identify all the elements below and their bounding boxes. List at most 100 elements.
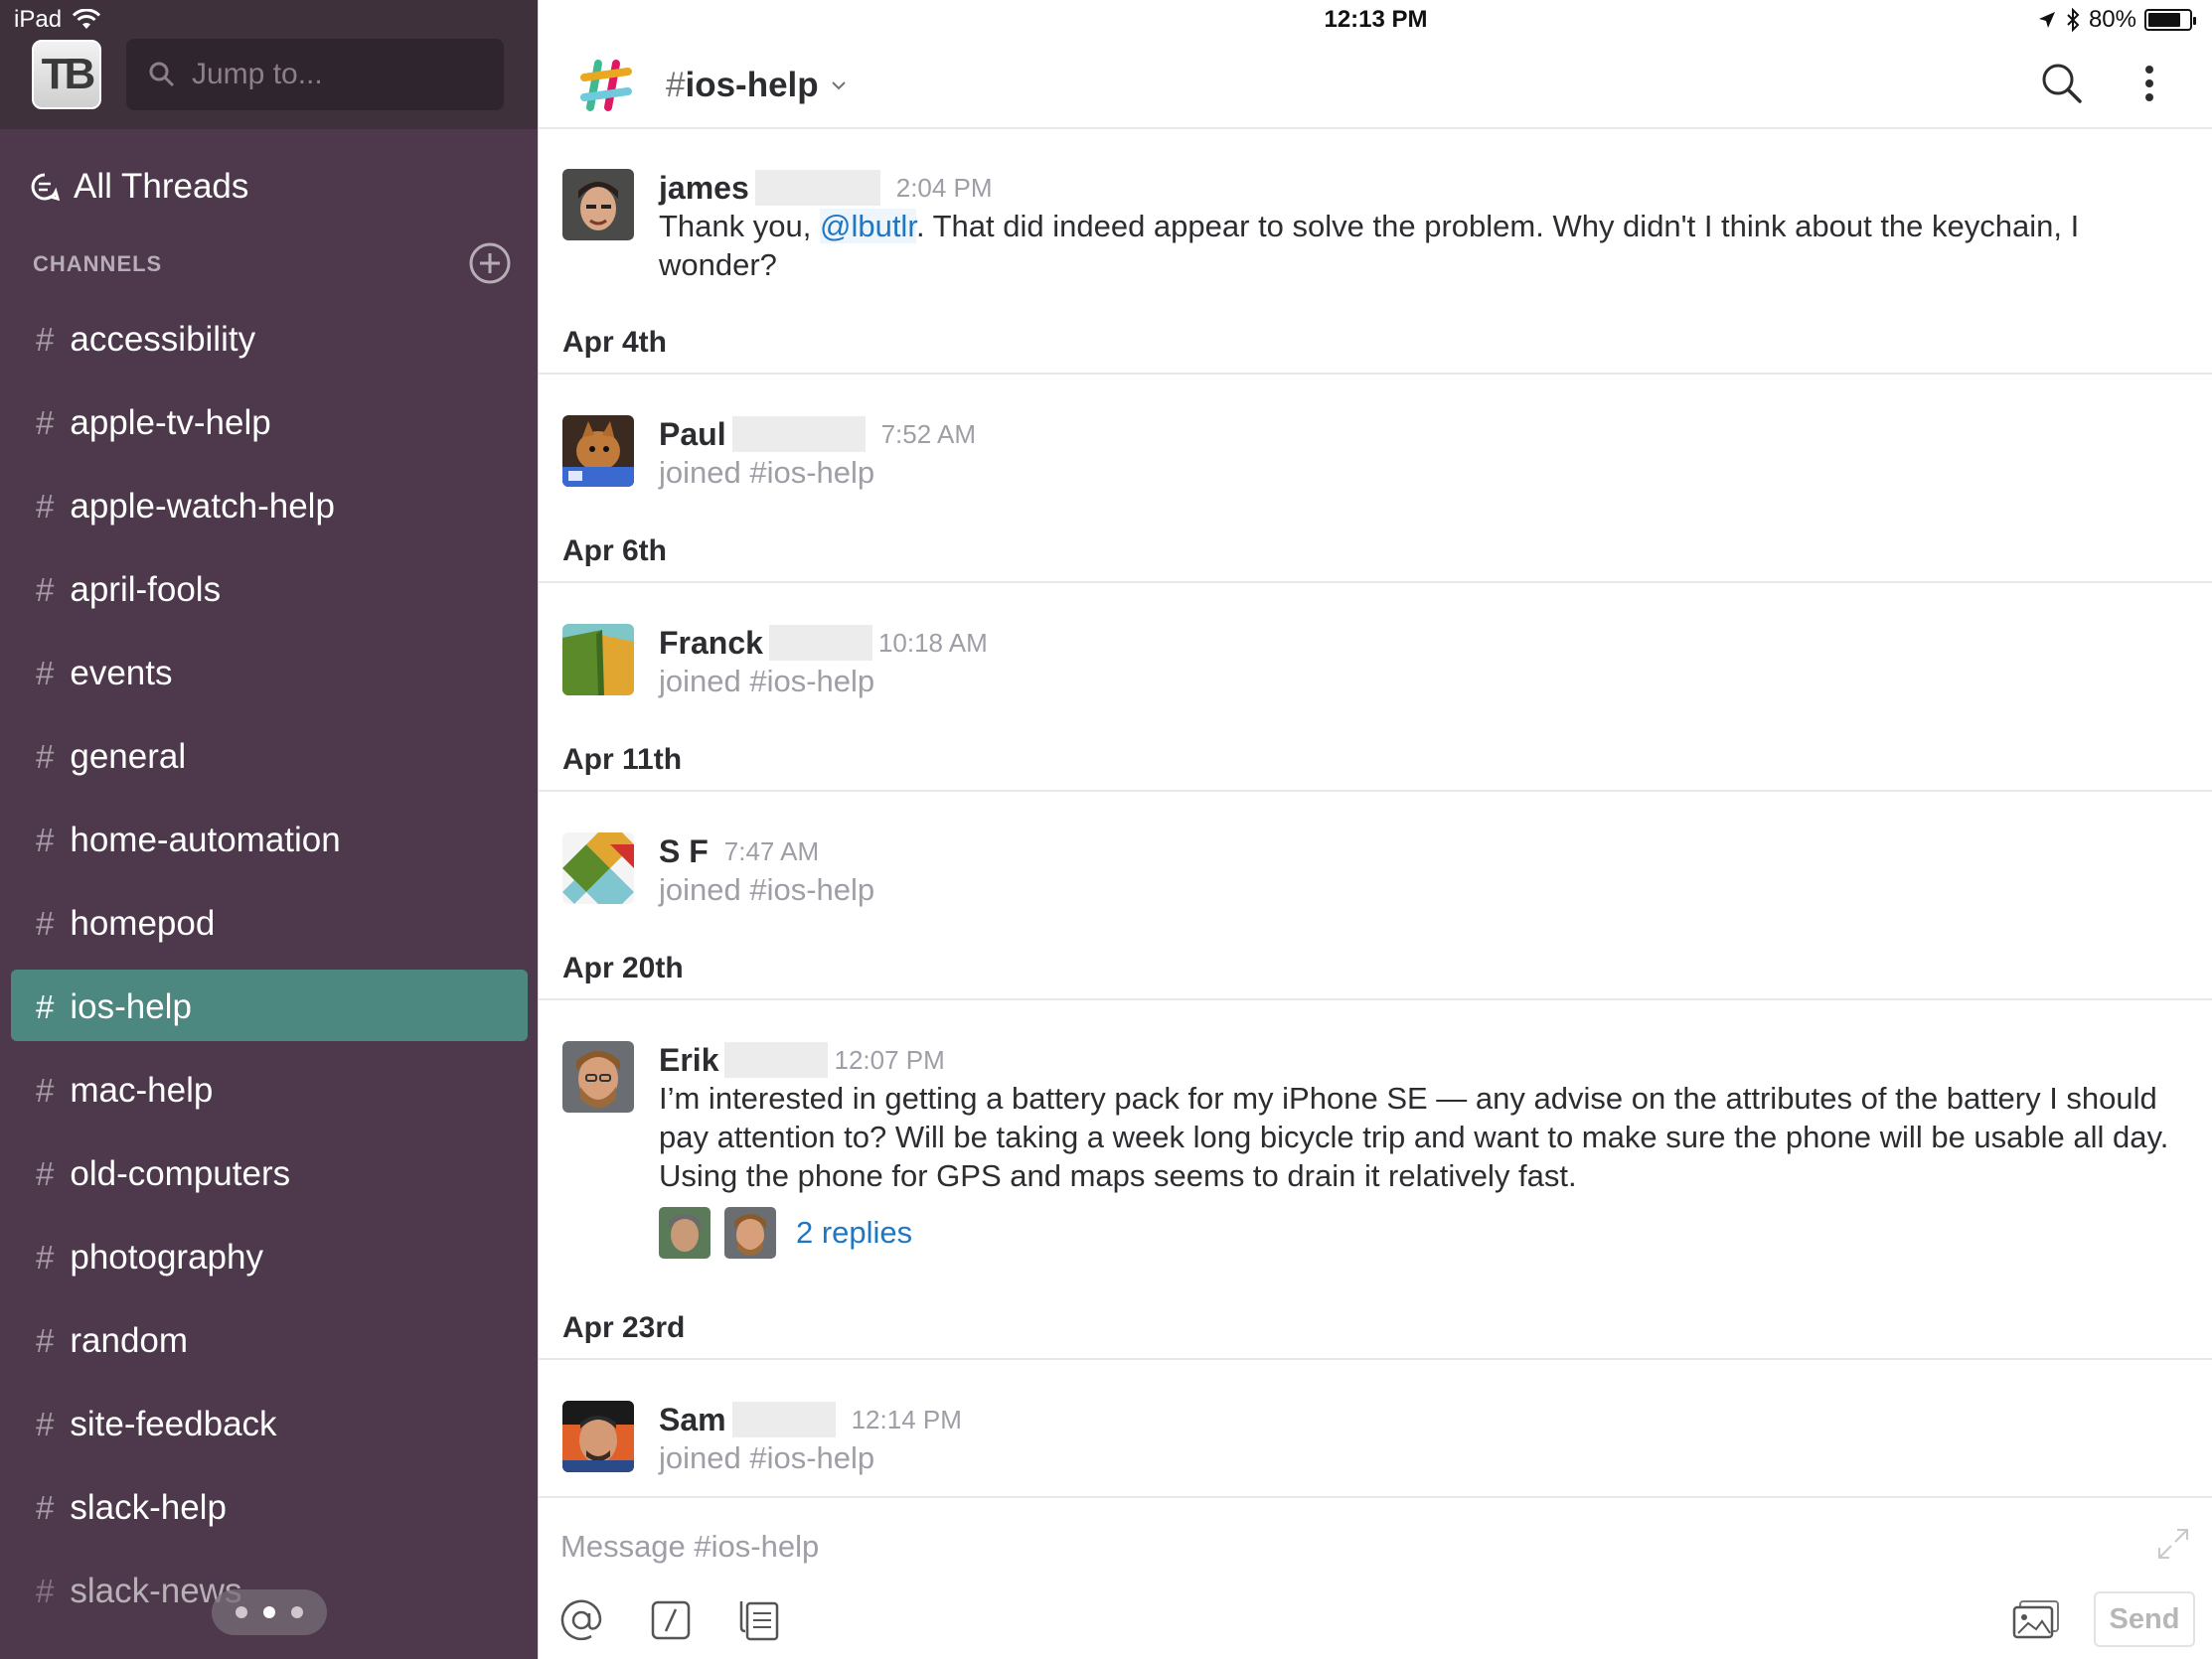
message-body: Franck 10:18 AM joined #ios-help: [659, 624, 2189, 701]
battery-percent: 80%: [2088, 6, 2136, 33]
channel-ios-help[interactable]: # ios-help: [0, 966, 538, 1049]
battery-icon: [2144, 9, 2196, 31]
channel-apple-tv-help[interactable]: # apple-tv-help: [0, 381, 538, 465]
hash-icon: #: [36, 1072, 55, 1109]
channel-label: old-computers: [70, 1154, 291, 1193]
channel-slack-help[interactable]: # slack-help: [0, 1466, 538, 1550]
username[interactable]: Sam: [659, 1402, 726, 1438]
sidebar: iPad TB Jump to... All Threads CHANNELS: [0, 0, 538, 1659]
hash-icon: #: [36, 1573, 55, 1609]
hash-icon: #: [36, 905, 55, 942]
channel-photography[interactable]: # photography: [0, 1216, 538, 1299]
redacted-name: [731, 1402, 836, 1437]
hash-icon: #: [36, 822, 55, 858]
message-composer: Send: [539, 1496, 2212, 1659]
channel-label: apple-tv-help: [70, 403, 271, 442]
divider-line: [539, 790, 2212, 792]
channel-label: april-fools: [70, 570, 222, 609]
bluetooth-icon: [2067, 8, 2080, 32]
channel-label: events: [70, 654, 173, 692]
channel-random[interactable]: # random: [0, 1299, 538, 1383]
username[interactable]: james: [659, 170, 749, 207]
channel-events[interactable]: # events: [0, 632, 538, 715]
join-notice: joined #ios-help: [659, 455, 875, 490]
channel-label: slack-help: [70, 1488, 227, 1527]
avatar[interactable]: [562, 415, 634, 487]
hash-icon: #: [36, 738, 55, 775]
main-panel: 12:13 PM 80% #ios-help james 2:04 PM Tha…: [538, 0, 2212, 1659]
slack-logo-icon: [580, 60, 632, 111]
reply-avatar: [659, 1207, 711, 1259]
page-dot: [291, 1606, 303, 1618]
plus-circle-icon[interactable]: [468, 241, 512, 285]
date-divider: Apr 4th: [539, 326, 2212, 375]
date-label: Apr 23rd: [562, 1311, 686, 1344]
team-switcher-button[interactable]: TB: [32, 40, 101, 109]
channels-header: CHANNELS: [33, 251, 163, 276]
channel-label: general: [70, 737, 187, 776]
vertical-dots-icon[interactable]: [2143, 64, 2155, 103]
timestamp: 10:18 AM: [877, 627, 988, 658]
date-label: Apr 11th: [562, 743, 683, 776]
hash-icon: #: [36, 571, 55, 608]
channel-home-automation[interactable]: # home-automation: [0, 799, 538, 882]
channel-title-button[interactable]: #ios-help: [666, 66, 847, 105]
at-icon[interactable]: [558, 1597, 604, 1643]
channel-label: home-automation: [70, 821, 341, 859]
username[interactable]: Franck: [659, 625, 763, 662]
page-indicator[interactable]: [212, 1589, 327, 1635]
username[interactable]: Paul: [659, 416, 726, 453]
channel-april-fools[interactable]: # april-fools: [0, 548, 538, 632]
channel-accessibility[interactable]: # accessibility: [0, 298, 538, 381]
snippet-icon[interactable]: [737, 1597, 783, 1643]
threads-icon: [31, 173, 60, 202]
send-button[interactable]: Send: [2094, 1591, 2195, 1647]
message-input[interactable]: [560, 1522, 2051, 1572]
channel-general[interactable]: # general: [0, 715, 538, 799]
avatar[interactable]: [562, 832, 634, 904]
hash-icon: #: [36, 1322, 55, 1359]
message-text: I’m interested in getting a battery pack…: [659, 1081, 2169, 1193]
username[interactable]: Erik: [659, 1042, 718, 1079]
divider-line: [539, 373, 2212, 375]
expand-icon[interactable]: [2153, 1524, 2193, 1564]
hash-icon: #: [36, 1406, 55, 1442]
hash-icon: #: [36, 321, 55, 358]
avatar[interactable]: [562, 1041, 634, 1113]
reply-avatar: [724, 1207, 776, 1259]
jump-to-search[interactable]: Jump to...: [126, 39, 504, 110]
thread-replies[interactable]: 2 replies: [659, 1207, 2189, 1259]
channel-homepod[interactable]: # homepod: [0, 882, 538, 966]
user-mention[interactable]: @lbutlr: [819, 209, 916, 243]
all-threads-link[interactable]: All Threads: [30, 167, 248, 207]
channel-label: site-feedback: [70, 1405, 277, 1443]
avatar[interactable]: [562, 169, 634, 240]
all-threads-label: All Threads: [74, 167, 249, 206]
hash-icon: #: [36, 1239, 55, 1276]
channel-site-feedback[interactable]: # site-feedback: [0, 1383, 538, 1466]
page-dot-active: [263, 1606, 275, 1618]
channel-mac-help[interactable]: # mac-help: [0, 1049, 538, 1132]
photo-icon[interactable]: [2010, 1597, 2062, 1643]
status-bar-left: iPad: [14, 6, 101, 34]
team-initials: TB: [41, 50, 96, 98]
avatar[interactable]: [562, 1401, 634, 1472]
channel-old-computers[interactable]: # old-computers: [0, 1132, 538, 1216]
search-icon[interactable]: [2040, 62, 2084, 105]
username[interactable]: S F: [659, 833, 709, 870]
avatar[interactable]: [562, 624, 634, 695]
date-label: Apr 20th: [562, 952, 684, 984]
message-body: Sam 12:14 PM joined #ios-help: [659, 1401, 2189, 1478]
channel-list: # accessibility # apple-tv-help # apple-wat…: [0, 298, 538, 1633]
divider-line: [539, 998, 2212, 1000]
wifi-icon: [72, 9, 101, 29]
divider-line: [539, 1358, 2212, 1360]
timestamp: 12:14 PM: [851, 1404, 962, 1434]
replies-link[interactable]: 2 replies: [796, 1215, 912, 1251]
channel-label: ios-help: [70, 987, 192, 1026]
timestamp: 7:47 AM: [723, 835, 820, 866]
slash-command-icon[interactable]: [648, 1597, 694, 1643]
channel-apple-watch-help[interactable]: # apple-watch-help: [0, 465, 538, 548]
join-notice: joined #ios-help: [659, 872, 875, 907]
redacted-name: [754, 170, 880, 206]
